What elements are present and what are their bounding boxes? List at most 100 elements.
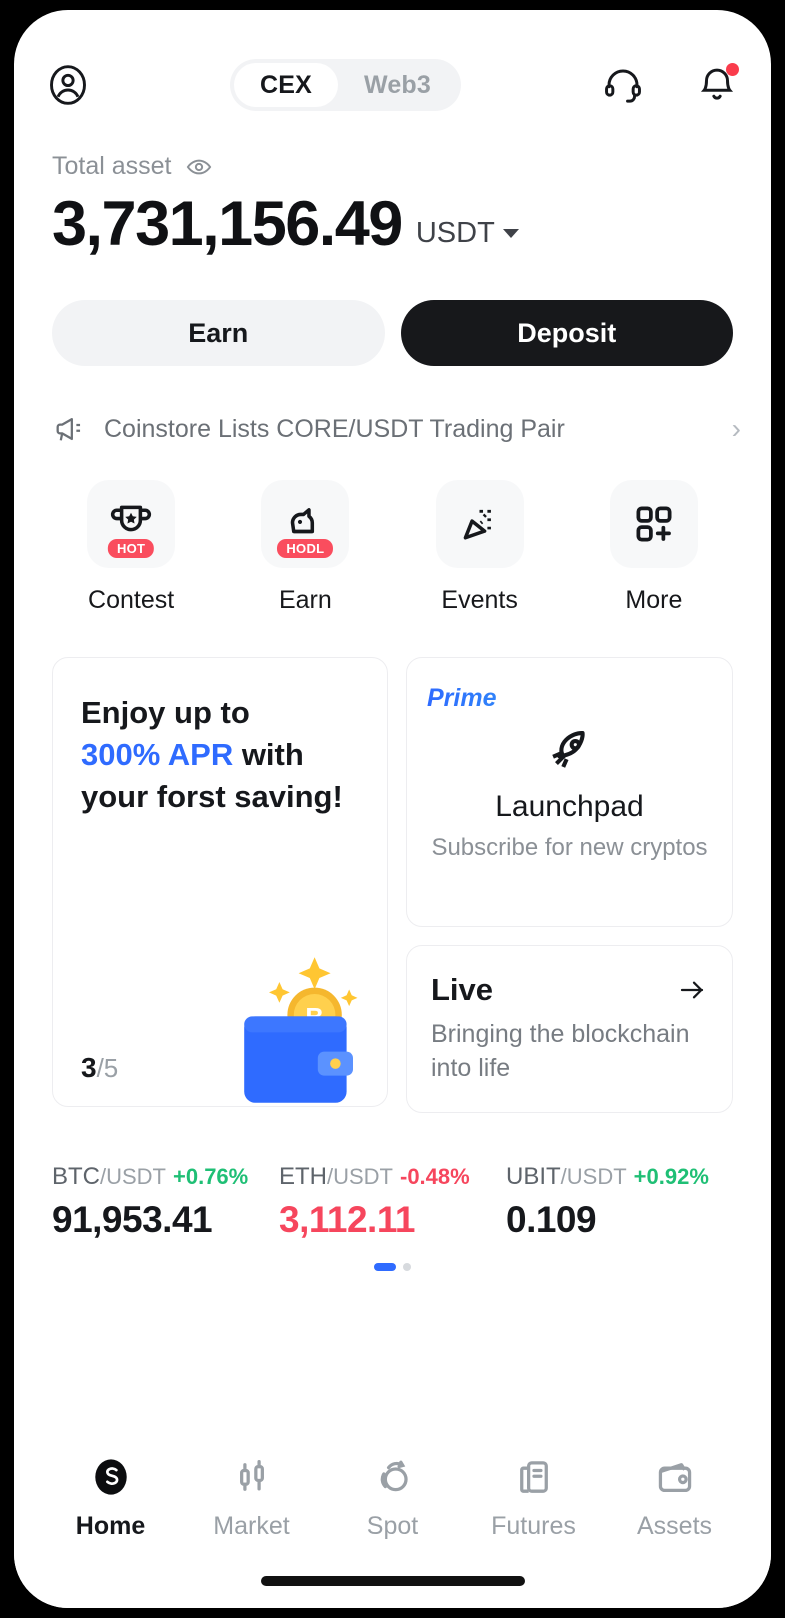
carousel-dots[interactable] bbox=[14, 1262, 771, 1271]
nav-label-futures: Futures bbox=[491, 1512, 576, 1540]
saving-promo-card[interactable]: Enjoy up to 300% APR with your forst sav… bbox=[52, 657, 388, 1107]
header-right bbox=[597, 59, 743, 111]
ticker-ubit-price: 0.109 bbox=[506, 1198, 597, 1240]
wallet-bitcoin-icon: B bbox=[244, 957, 358, 1103]
nav-label-home: Home bbox=[75, 1512, 146, 1540]
saving-line2-tail: with bbox=[233, 736, 304, 772]
total-asset-value-row: 3,731,156.49 USDT bbox=[52, 193, 733, 256]
ticker-btc[interactable]: BTC/USDT +0.76% 91,953.41 bbox=[52, 1163, 279, 1241]
launchpad-title: Launchpad bbox=[495, 790, 644, 823]
nav-item-market[interactable]: Market bbox=[181, 1454, 322, 1541]
wallet-icon bbox=[658, 1463, 691, 1493]
ticker-ubit-pair: UBIT bbox=[506, 1162, 561, 1190]
quick-action-earn[interactable]: HODL Earn bbox=[218, 480, 392, 615]
chevron-down-icon bbox=[502, 229, 519, 238]
app-header: CEX Web3 bbox=[14, 10, 771, 118]
announcement-text: Coinstore Lists CORE/USDT Trading Pair bbox=[104, 414, 565, 443]
quick-action-more[interactable]: More bbox=[567, 480, 741, 615]
nav-label-assets: Assets bbox=[636, 1512, 713, 1540]
events-label: Events bbox=[441, 586, 518, 614]
currency-label: USDT bbox=[415, 217, 495, 249]
notification-badge-dot bbox=[725, 63, 739, 76]
nav-item-futures[interactable]: Futures bbox=[463, 1454, 604, 1541]
ticker-eth-change: -0.48% bbox=[400, 1163, 470, 1189]
carousel-counter-current: 3 bbox=[81, 1052, 97, 1083]
total-asset-amount: 3,731,156.49 bbox=[52, 189, 403, 259]
tab-cex[interactable]: CEX bbox=[233, 63, 338, 107]
prime-icon-wrap bbox=[427, 721, 712, 784]
spot-swap-icon bbox=[380, 1460, 408, 1492]
launchpad-subtitle: Subscribe for new cryptos bbox=[431, 834, 708, 861]
ticker-btc-pair: BTC bbox=[52, 1162, 100, 1190]
rocket-icon bbox=[551, 730, 585, 768]
promo-grid: Enjoy up to 300% APR with your forst sav… bbox=[14, 615, 771, 1113]
ticker-btc-price: 91,953.41 bbox=[52, 1198, 213, 1240]
saving-promo-text: Enjoy up to 300% APR with your forst sav… bbox=[81, 692, 359, 818]
ticker-btc-quote: /USDT bbox=[100, 1163, 166, 1189]
megaphone-icon bbox=[56, 417, 81, 441]
carousel-counter-total: /5 bbox=[96, 1053, 119, 1083]
ticker-ubit-quote: /USDT bbox=[560, 1163, 627, 1189]
ticker-eth-quote: /USDT bbox=[327, 1163, 393, 1189]
home-indicator bbox=[260, 1576, 525, 1586]
primary-actions: Earn Deposit bbox=[14, 256, 771, 366]
earn-button[interactable]: Earn bbox=[52, 300, 385, 366]
tab-web3[interactable]: Web3 bbox=[338, 63, 457, 107]
ticker-eth-head: ETH/USDT -0.48% bbox=[279, 1163, 506, 1191]
total-asset-label-row: Total asset bbox=[52, 152, 733, 181]
more-tile[interactable] bbox=[609, 480, 698, 568]
ticker-ubit-change: +0.92% bbox=[633, 1163, 709, 1189]
promo-right-column: Prime Launchpad Subscribe for new crypto… bbox=[406, 657, 733, 1113]
live-title: Live bbox=[431, 972, 494, 1007]
ticker-row: BTC/USDT +0.76% 91,953.41 ETH/USDT -0.48% … bbox=[14, 1113, 771, 1241]
contest-tile[interactable]: HOT bbox=[87, 480, 176, 568]
live-card-head: Live bbox=[431, 972, 708, 1008]
earn-badge: HODL bbox=[277, 539, 334, 558]
ticker-eth[interactable]: ETH/USDT -0.48% 3,112.11 bbox=[279, 1163, 506, 1241]
nav-item-assets[interactable]: Assets bbox=[604, 1454, 745, 1541]
earn-label: Earn bbox=[278, 586, 332, 614]
cex-web3-toggle[interactable]: CEX Web3 bbox=[229, 59, 462, 111]
phone-frame: CEX Web3 Total asset 3,731,156.49 USDT E… bbox=[0, 0, 785, 1618]
grid-plus-icon bbox=[636, 506, 672, 542]
futures-doc-icon bbox=[519, 1461, 548, 1493]
notifications-button[interactable] bbox=[691, 59, 743, 111]
eye-icon[interactable] bbox=[185, 153, 213, 181]
saving-line1: Enjoy up to bbox=[81, 695, 250, 730]
launchpad-card[interactable]: Prime Launchpad Subscribe for new crypto… bbox=[406, 657, 733, 927]
more-label: More bbox=[625, 586, 683, 614]
deposit-button[interactable]: Deposit bbox=[400, 300, 733, 366]
carousel-dot-active[interactable] bbox=[374, 1262, 396, 1271]
contest-label: Contest bbox=[88, 586, 175, 614]
support-button[interactable] bbox=[597, 59, 649, 111]
bottom-navigation: Home Market Spot Futures Assets bbox=[14, 1428, 771, 1608]
confetti-icon bbox=[463, 509, 491, 540]
chevron-right-icon: › bbox=[731, 413, 741, 444]
carousel-dot[interactable] bbox=[403, 1262, 411, 1271]
events-tile[interactable] bbox=[435, 480, 524, 568]
quick-action-events[interactable]: Events bbox=[393, 480, 567, 615]
quick-action-contest[interactable]: HOT Contest bbox=[44, 480, 218, 615]
nav-item-home[interactable]: Home bbox=[40, 1454, 181, 1541]
contest-badge: HOT bbox=[107, 539, 155, 558]
live-subtitle: Bringing the blockchain into life bbox=[431, 1020, 690, 1082]
app-screen: CEX Web3 Total asset 3,731,156.49 USDT E… bbox=[14, 10, 771, 1608]
carousel-counter: 3/5 bbox=[81, 1052, 118, 1084]
nav-label-market: Market bbox=[213, 1512, 290, 1540]
earn-tile[interactable]: HODL bbox=[261, 480, 350, 568]
total-asset-section: Total asset 3,731,156.49 USDT bbox=[14, 118, 771, 256]
promo-left-column: Enjoy up to 300% APR with your forst sav… bbox=[52, 657, 388, 1113]
arrow-right-icon[interactable] bbox=[676, 974, 708, 1006]
announcement-banner[interactable]: Coinstore Lists CORE/USDT Trading Pair › bbox=[14, 366, 771, 446]
ticker-ubit-head: UBIT/USDT +0.92% bbox=[506, 1163, 733, 1191]
ticker-btc-change: +0.76% bbox=[173, 1163, 249, 1189]
ticker-btc-head: BTC/USDT +0.76% bbox=[52, 1163, 279, 1191]
headset-icon bbox=[605, 69, 641, 103]
nav-label-spot: Spot bbox=[366, 1512, 419, 1540]
currency-selector[interactable]: USDT bbox=[416, 217, 519, 256]
candlestick-icon bbox=[239, 1460, 264, 1491]
profile-button[interactable] bbox=[42, 59, 94, 111]
nav-item-spot[interactable]: Spot bbox=[322, 1454, 463, 1541]
live-card[interactable]: Live Bringing the blockchain into life bbox=[406, 945, 733, 1113]
ticker-ubit[interactable]: UBIT/USDT +0.92% 0.109 bbox=[506, 1163, 733, 1241]
